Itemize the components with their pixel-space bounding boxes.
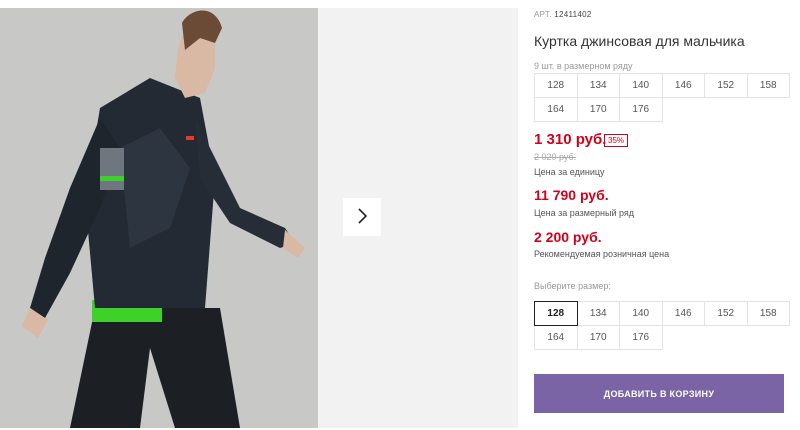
size-row-price-caption: Цена за размерный ряд: [534, 208, 635, 218]
product-photo-illustration: [0, 8, 318, 428]
retail-price: 2 200 руб.: [534, 229, 602, 245]
size-option-selected[interactable]: 128: [534, 301, 578, 326]
discount-badge: 35%: [604, 134, 629, 147]
article-label: АРТ.: [534, 10, 552, 19]
old-price: 2 020 руб.: [534, 152, 577, 162]
unit-price: 1 310 руб.: [534, 131, 607, 148]
article-value: 12411402: [554, 10, 592, 19]
size-row-cell: 146: [661, 73, 705, 98]
add-to-cart-button[interactable]: ДОБАВИТЬ В КОРЗИНУ: [534, 374, 784, 413]
sizes-in-row-hint: 9 шт. в размерном ряду: [534, 61, 633, 71]
size-row-cell: 164: [534, 97, 578, 122]
size-row-cell: 152: [704, 73, 748, 98]
next-image-button[interactable]: [343, 198, 381, 236]
size-row-cell: 158: [746, 73, 790, 98]
size-row-grid: 128 134 140 146 152 158 164 170 176: [534, 73, 790, 122]
size-option[interactable]: 176: [619, 325, 663, 350]
size-option[interactable]: 158: [746, 301, 790, 326]
unit-price-caption: Цена за единицу: [534, 167, 605, 177]
product-title: Куртка джинсовая для мальчика: [534, 33, 745, 49]
size-option[interactable]: 170: [576, 325, 620, 350]
retail-price-caption: Рекомендуемая розничная цена: [534, 249, 670, 259]
size-row-price: 11 790 руб.: [534, 187, 609, 203]
size-row-cell: 128: [534, 73, 578, 98]
size-option[interactable]: 164: [534, 325, 578, 350]
chevron-right-icon: [356, 207, 368, 227]
size-option[interactable]: 146: [661, 301, 705, 326]
size-row-cell: 140: [619, 73, 663, 98]
size-selector: 128 134 140 146 152 158 164 170 176: [534, 301, 790, 350]
size-row-cell: 176: [619, 97, 663, 122]
size-option[interactable]: 140: [619, 301, 663, 326]
article-number: АРТ. 12411402: [534, 10, 592, 19]
size-row-cell: 170: [576, 97, 620, 122]
size-row-cell: 134: [576, 73, 620, 98]
size-option[interactable]: 152: [704, 301, 748, 326]
product-photo[interactable]: [0, 8, 318, 428]
size-option[interactable]: 134: [576, 301, 620, 326]
choose-size-label: Выберите размер:: [534, 281, 611, 291]
